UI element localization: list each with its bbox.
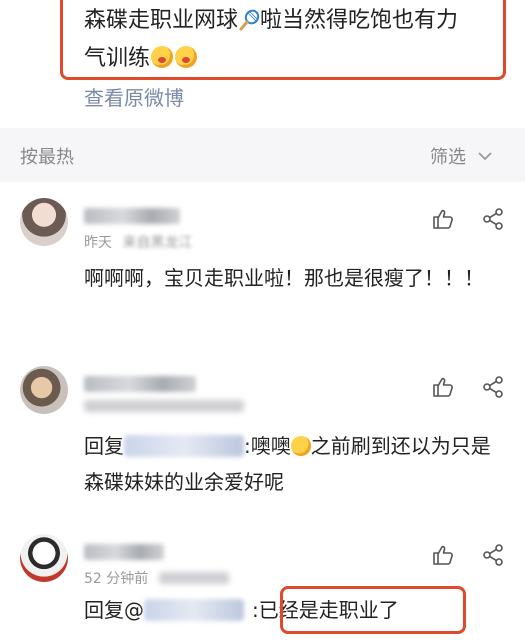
mention-blurred[interactable] bbox=[144, 599, 244, 621]
comment-time: 昨天 bbox=[84, 235, 112, 251]
chevron-down-icon bbox=[478, 152, 492, 161]
comment-location-blurred bbox=[158, 572, 229, 584]
avatar[interactable] bbox=[20, 198, 68, 246]
comment-actions bbox=[432, 376, 504, 398]
avatar[interactable] bbox=[20, 366, 68, 414]
filter-button[interactable]: 筛选 bbox=[430, 143, 492, 169]
comment-time: 52 分钟前 bbox=[84, 571, 149, 587]
drooling-face-icon bbox=[151, 46, 174, 68]
comment-meta-blurred bbox=[84, 400, 244, 412]
sort-by-hot-button[interactable]: 按最热 bbox=[20, 143, 74, 169]
comment-text: 啊啊啊，宝贝走职业啦！那也是很瘦了！！！ bbox=[84, 266, 484, 290]
comment-actions bbox=[432, 544, 504, 566]
grinning-face-icon bbox=[290, 436, 311, 456]
comment-text-part: :噢噢 bbox=[244, 434, 291, 458]
avatar[interactable] bbox=[20, 534, 68, 582]
username-blurred[interactable] bbox=[84, 544, 164, 560]
post-text-part1: 森碟走职业网球 bbox=[84, 8, 239, 33]
comment-meta: 52 分钟前 bbox=[84, 568, 229, 588]
reply-highlight-frame bbox=[280, 586, 466, 634]
comment-location: 来自黑龙江 bbox=[122, 235, 193, 251]
comment-meta: 昨天 来自黑龙江 bbox=[84, 232, 192, 252]
post-text-part3: 气训练 bbox=[84, 46, 151, 71]
username-blurred[interactable] bbox=[84, 208, 180, 224]
share-icon[interactable] bbox=[482, 208, 504, 230]
view-original-link[interactable]: 查看原微博 bbox=[84, 82, 184, 111]
filter-label: 筛选 bbox=[430, 147, 466, 168]
username-blurred[interactable] bbox=[84, 376, 196, 392]
reply-prefix: 回复@ bbox=[84, 598, 144, 622]
comment-actions bbox=[432, 208, 504, 230]
post-text-part2: 啦当然得吃饱也有力 bbox=[260, 8, 459, 33]
comment-text: 回复:噢噢 之前刷到还以为只是森碟妹妹的业余爱好呢 bbox=[84, 428, 494, 500]
reply-prefix: 回复 bbox=[84, 434, 124, 458]
like-icon[interactable] bbox=[432, 208, 454, 230]
tennis-racket-icon bbox=[239, 9, 260, 31]
post-text: 森碟走职业网球 啦当然得吃饱也有力 气训练 bbox=[84, 2, 504, 78]
share-icon[interactable] bbox=[482, 376, 504, 398]
mention-blurred[interactable] bbox=[124, 435, 244, 457]
like-icon[interactable] bbox=[432, 376, 454, 398]
drooling-face-icon bbox=[175, 46, 198, 68]
like-icon[interactable] bbox=[432, 544, 454, 566]
share-icon[interactable] bbox=[482, 544, 504, 566]
